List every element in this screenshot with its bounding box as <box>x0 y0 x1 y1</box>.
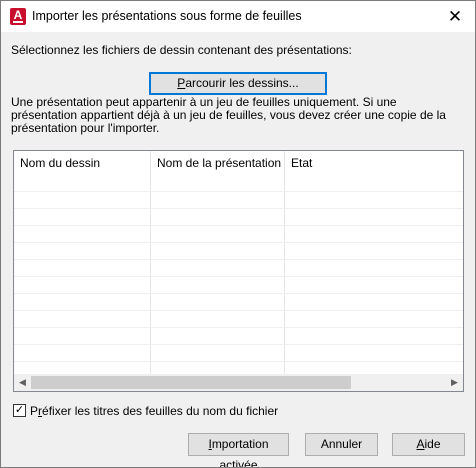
scrollbar-thumb[interactable] <box>31 376 351 389</box>
table-header: Nom du dessin Nom de la présentation Eta… <box>14 151 463 175</box>
row-gridline <box>14 276 463 277</box>
horizontal-scrollbar[interactable]: ◀ ▶ <box>14 374 463 391</box>
column-header-drawing-name[interactable]: Nom du dessin <box>14 151 151 175</box>
layouts-table[interactable]: Nom du dessin Nom de la présentation Eta… <box>13 150 464 392</box>
close-button[interactable]: ✕ <box>435 1 475 32</box>
column-divider <box>150 151 151 375</box>
browse-drawings-button[interactable]: Parcourir les dessins... <box>149 72 327 95</box>
column-header-status[interactable]: Etat <box>285 151 463 175</box>
row-gridline <box>14 344 463 345</box>
cancel-button[interactable]: Annuler <box>305 433 378 456</box>
import-button[interactable]: Importation activée <box>188 433 289 467</box>
row-gridline <box>14 191 463 192</box>
column-header-layout-name[interactable]: Nom de la présentation <box>151 151 285 175</box>
close-icon: ✕ <box>447 7 463 26</box>
title-bar: A Importer les présentations sous forme … <box>1 1 475 32</box>
prefix-titles-label[interactable]: Préfixer les titres des feuilles du nom … <box>30 404 278 418</box>
autocad-app-icon: A <box>10 8 26 25</box>
select-files-label: Sélectionnez les fichiers de dessin cont… <box>11 43 352 57</box>
row-gridline <box>14 259 463 260</box>
row-gridline <box>14 208 463 209</box>
column-divider <box>284 151 285 375</box>
checkmark-icon: ✓ <box>14 404 25 416</box>
row-gridline <box>14 361 463 362</box>
row-gridline <box>14 225 463 226</box>
app-icon-letter: A <box>13 8 23 22</box>
info-text: Une présentation peut appartenir à un je… <box>11 95 446 135</box>
scroll-right-arrow-icon[interactable]: ▶ <box>446 374 463 391</box>
scroll-left-arrow-icon[interactable]: ◀ <box>14 374 31 391</box>
window-title: Importer les présentations sous forme de… <box>32 9 302 23</box>
prefix-titles-checkbox[interactable]: ✓ <box>13 404 26 417</box>
help-button[interactable]: Aide <box>392 433 465 456</box>
row-gridline <box>14 310 463 311</box>
row-gridline <box>14 327 463 328</box>
import-layouts-dialog: A Importer les présentations sous forme … <box>0 0 476 468</box>
row-gridline <box>14 293 463 294</box>
row-gridline <box>14 242 463 243</box>
